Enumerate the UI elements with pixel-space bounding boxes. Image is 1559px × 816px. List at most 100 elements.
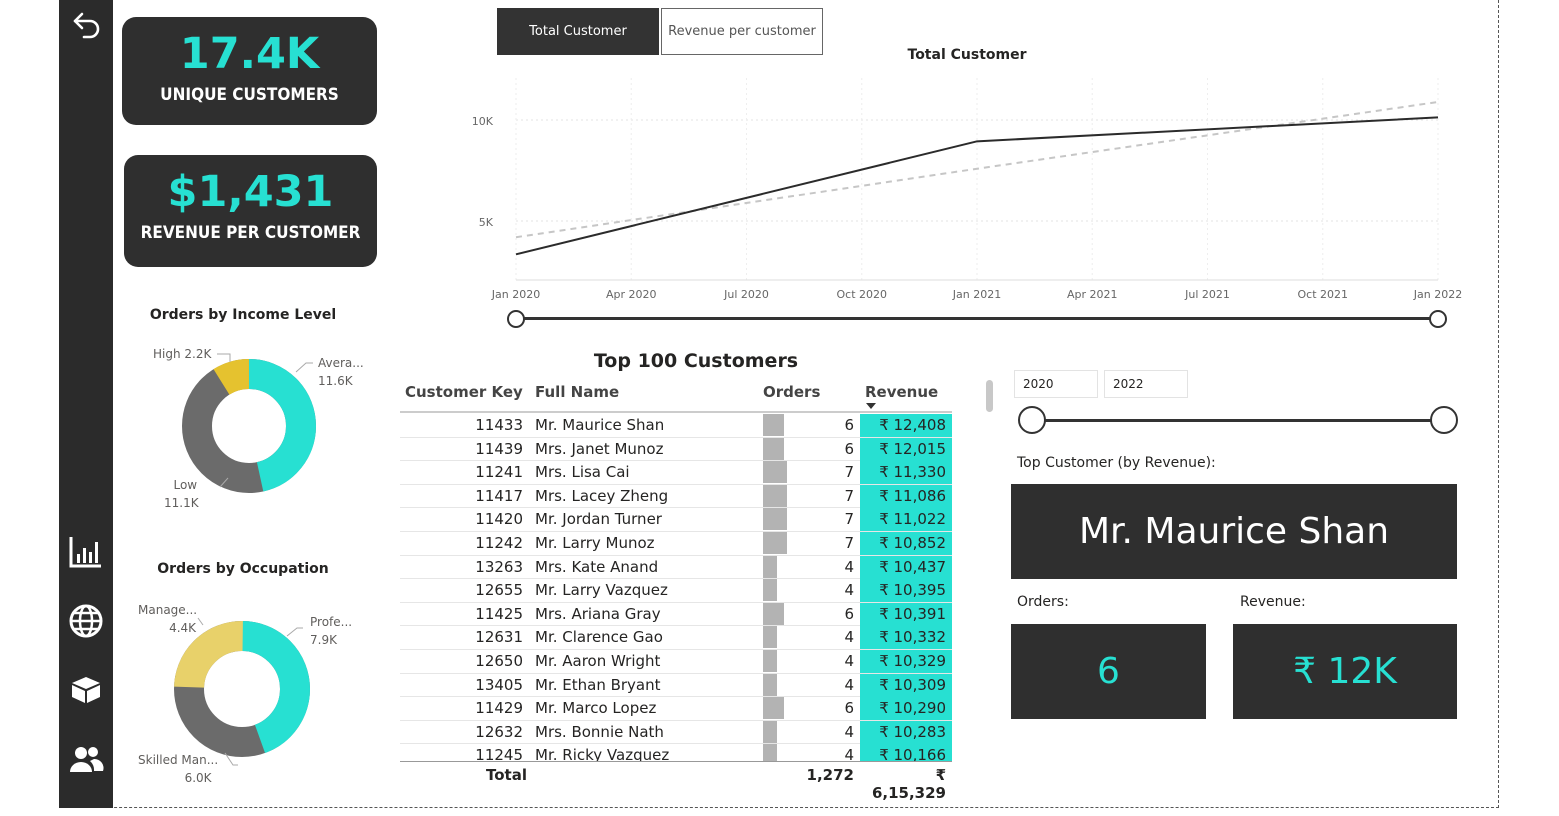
full-name-cell: Mrs. Ariana Gray bbox=[535, 604, 661, 623]
revenue-cell: ₹ 10,309 bbox=[860, 673, 952, 697]
table-row[interactable]: 11241 Mrs. Lisa Cai 7 ₹ 11,330 bbox=[400, 461, 952, 485]
revenue-cell: ₹ 10,283 bbox=[860, 720, 952, 744]
kpi-value: 17.4K bbox=[179, 29, 320, 79]
orders-cell: 4 bbox=[844, 675, 854, 694]
kpi-label: REVENUE PER CUSTOMER bbox=[140, 223, 361, 243]
x-tick-label: Jan 2020 bbox=[491, 288, 540, 301]
box-icon[interactable] bbox=[68, 671, 104, 707]
orders-label: Orders: bbox=[1017, 594, 1069, 610]
y-tick-label: 5K bbox=[479, 216, 494, 229]
full-name-cell: Mr. Ethan Bryant bbox=[535, 675, 661, 694]
table-body[interactable]: 11433 Mr. Maurice Shan 6 ₹ 12,408 11439 Mrs. … bbox=[400, 414, 952, 762]
column-header-customer-key[interactable]: Customer Key bbox=[405, 383, 523, 401]
full-name-cell: Mr. Clarence Gao bbox=[535, 628, 663, 647]
revenue-cell: ₹ 10,395 bbox=[860, 579, 952, 603]
year-start-handle[interactable] bbox=[1018, 406, 1046, 434]
occupation-professional-label: Profe... 7.9K bbox=[310, 615, 353, 647]
table-row[interactable]: 11429 Mr. Marco Lopez 6 ₹ 10,290 bbox=[400, 697, 952, 721]
orders-databar bbox=[763, 744, 777, 762]
x-tick-label: Jul 2021 bbox=[1184, 288, 1230, 301]
table-row[interactable]: 11439 Mrs. Janet Munoz 6 ₹ 12,015 bbox=[400, 437, 952, 462]
total-label: Total bbox=[486, 766, 527, 784]
income-low-label: Low 11.1K bbox=[164, 478, 199, 510]
customer-key-cell: 11242 bbox=[475, 534, 523, 552]
date-range-end-handle[interactable] bbox=[1429, 310, 1447, 328]
orders-cell: 7 bbox=[844, 463, 854, 482]
people-icon[interactable] bbox=[68, 742, 104, 778]
table-row[interactable]: 11425 Mrs. Ariana Gray 6 ₹ 10,391 bbox=[400, 602, 952, 627]
trend-series-line bbox=[515, 100, 1439, 239]
revenue-cell: ₹ 11,022 bbox=[860, 508, 952, 532]
full-name-cell: Mr. Larry Vazquez bbox=[535, 581, 668, 600]
revenue-cell: ₹ 10,290 bbox=[860, 697, 952, 721]
column-header-orders[interactable]: Orders bbox=[763, 383, 820, 401]
orders-cell: 7 bbox=[844, 486, 854, 505]
revenue-cell: ₹ 10,166 bbox=[860, 744, 952, 762]
orders-cell: 6 bbox=[844, 416, 854, 434]
chart-gridlines bbox=[516, 119, 1438, 222]
orders-cell: 4 bbox=[844, 652, 854, 670]
year-end-handle[interactable] bbox=[1430, 406, 1458, 434]
bar-chart-icon[interactable] bbox=[68, 534, 104, 570]
income-average-label: Avera... 11.6K bbox=[318, 356, 364, 388]
orders-databar bbox=[763, 720, 777, 743]
table-scrollbar[interactable] bbox=[986, 380, 993, 412]
year-start-input[interactable]: 2020 bbox=[1014, 370, 1098, 398]
total-orders: 1,272 bbox=[806, 766, 854, 784]
nav-sidebar bbox=[59, 0, 113, 808]
table-row[interactable]: 11417 Mrs. Lacey Zheng 7 ₹ 11,086 bbox=[400, 484, 952, 509]
occupation-skilled-label: Skilled Man... 6.0K bbox=[138, 753, 219, 785]
orders-databar bbox=[763, 650, 777, 672]
column-header-full-name[interactable]: Full Name bbox=[535, 383, 619, 401]
orders-cell: 4 bbox=[844, 557, 854, 576]
x-tick-label: Jul 2020 bbox=[723, 288, 769, 301]
customer-key-cell: 11439 bbox=[475, 439, 523, 458]
date-range-start-handle[interactable] bbox=[507, 310, 525, 328]
revenue-value-card: ₹ 12K bbox=[1233, 624, 1457, 719]
customer-key-cell: 12655 bbox=[475, 581, 523, 600]
total-revenue: ₹ 6,15,329 bbox=[871, 766, 946, 802]
table-row[interactable]: 11433 Mr. Maurice Shan 6 ₹ 12,408 bbox=[400, 414, 952, 438]
table-row[interactable]: 12631 Mr. Clarence Gao 4 ₹ 10,332 bbox=[400, 626, 952, 650]
orders-cell: 4 bbox=[844, 746, 854, 762]
y-tick-label: 10K bbox=[472, 115, 494, 128]
total-customer-line-chart[interactable]: 10K 5K Jan 2020 Apr 2020 Jul 2020 Oct 2020 J… bbox=[460, 70, 1480, 310]
column-header-revenue[interactable]: Revenue bbox=[865, 383, 938, 401]
table-row[interactable]: 11420 Mr. Jordan Turner 7 ₹ 11,022 bbox=[400, 508, 952, 532]
kpi-revenue-per-customer: $1,431 REVENUE PER CUSTOMER bbox=[124, 155, 377, 267]
x-tick-label: Oct 2021 bbox=[1297, 288, 1348, 301]
occupation-donut-title: Orders by Occupation bbox=[157, 561, 329, 577]
year-end-input[interactable]: 2022 bbox=[1104, 370, 1188, 398]
table-row[interactable]: 11245 Mr. Ricky Vazquez 4 ₹ 10,166 bbox=[400, 744, 952, 762]
income-donut-title: Orders by Income Level bbox=[149, 307, 337, 323]
table-row[interactable]: 13405 Mr. Ethan Bryant 4 ₹ 10,309 bbox=[400, 673, 952, 698]
sort-desc-icon[interactable] bbox=[866, 403, 876, 409]
globe-icon[interactable] bbox=[68, 603, 104, 639]
customer-key-cell: 13405 bbox=[475, 675, 523, 694]
kpi-label: UNIQUE CUSTOMERS bbox=[160, 85, 339, 105]
year-range-track[interactable] bbox=[1032, 419, 1444, 422]
table-row[interactable]: 12632 Mrs. Bonnie Nath 4 ₹ 10,283 bbox=[400, 720, 952, 745]
full-name-cell: Mr. Ricky Vazquez bbox=[535, 746, 670, 762]
full-name-cell: Mrs. Bonnie Nath bbox=[535, 722, 664, 741]
customer-key-cell: 12650 bbox=[475, 652, 523, 670]
revenue-cell: ₹ 10,391 bbox=[860, 602, 952, 626]
customer-key-cell: 11241 bbox=[475, 463, 523, 482]
x-tick-label: Apr 2020 bbox=[606, 288, 657, 301]
full-name-cell: Mrs. Lisa Cai bbox=[535, 463, 630, 482]
full-name-cell: Mrs. Kate Anand bbox=[535, 557, 659, 576]
back-arrow-icon[interactable] bbox=[68, 6, 104, 42]
date-range-track[interactable] bbox=[515, 317, 1439, 320]
revenue-cell: ₹ 10,329 bbox=[860, 650, 952, 673]
table-row[interactable]: 13263 Mrs. Kate Anand 4 ₹ 10,437 bbox=[400, 555, 952, 580]
full-name-cell: Mrs. Lacey Zheng bbox=[535, 486, 669, 505]
x-tick-label: Apr 2021 bbox=[1067, 288, 1118, 301]
table-row[interactable]: 12650 Mr. Aaron Wright 4 ₹ 10,329 bbox=[400, 650, 952, 674]
table-row[interactable]: 12655 Mr. Larry Vazquez 4 ₹ 10,395 bbox=[400, 579, 952, 603]
full-name-cell: Mrs. Janet Munoz bbox=[535, 439, 664, 458]
orders-cell: 4 bbox=[844, 628, 854, 647]
customer-key-cell: 11425 bbox=[475, 604, 523, 623]
orders-cell: 7 bbox=[844, 510, 854, 529]
table-row[interactable]: 11242 Mr. Larry Munoz 7 ₹ 10,852 bbox=[400, 532, 952, 556]
total-customer-toggle-button[interactable]: Total Customer bbox=[497, 8, 659, 55]
